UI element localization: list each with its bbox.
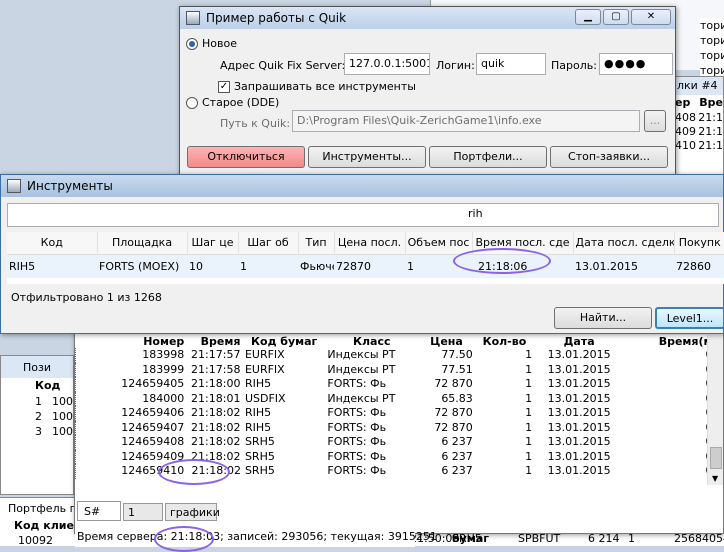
browse-button[interactable]: ...: [644, 110, 666, 132]
bg-level1-title: лки #4: [675, 77, 723, 95]
tab-charts[interactable]: графики: [165, 503, 220, 521]
password-input[interactable]: ●●●●: [599, 53, 673, 75]
password-label: Пароль:: [551, 59, 597, 72]
path-input[interactable]: D:\Program Files\Quik-ZerichGame1\info.e…: [292, 110, 640, 132]
server-status: Время сервера: 21:18:03; записей: 293056…: [75, 529, 437, 547]
radio-new-label: Новое: [202, 37, 237, 50]
positions-tab-label[interactable]: Пози: [23, 361, 51, 374]
tab-1[interactable]: 1: [123, 503, 163, 521]
disconnect-button[interactable]: Отключиться: [187, 146, 305, 168]
instrument-row[interactable]: RIH5 FORTS (MOEX) 10 1 Фьючер 72870 1 21…: [7, 254, 724, 278]
instruments-title: Инструменты: [27, 179, 113, 193]
login-label: Логин:: [436, 59, 475, 72]
instruments-app-icon: [7, 179, 21, 193]
client-code-header: Код клиен: [14, 519, 82, 532]
instruments-header: Код Площадка Шаг це Шаг об Тип Цена посл…: [7, 232, 724, 254]
request-all-label: Запрашивать все инструменты: [234, 80, 416, 93]
quik-window: Пример работы с Quik ▁ ▢ ✕ Новое Адрес Q…: [179, 6, 676, 176]
level1-button[interactable]: Level1...: [655, 307, 724, 329]
trades-tabs: S# 1 графики: [77, 499, 413, 521]
fix-address-label: Адрес Quik Fix Server:: [220, 59, 346, 72]
trades-header: Номер Время Код бумаг Класс Цена Кол-во …: [143, 335, 713, 348]
request-all-checkbox[interactable]: ✓: [218, 80, 230, 93]
table-row[interactable]: 183999 21:17:58 EURFIX Индексы РТ 77.51 1 13.0…: [75, 362, 715, 377]
table-row[interactable]: 124659405 21:18:00 RIH5 FORTS: Фь 72 870 1 13.…: [75, 377, 715, 392]
filtered-count: Отфильтровано 1 из 1268: [11, 291, 162, 304]
fix-address-input[interactable]: 127.0.0.1:5001: [344, 53, 430, 75]
table-row[interactable]: 184000 21:18:01 USDFIX Индексы РТ 65.83 1 13.0…: [75, 391, 715, 406]
table-row[interactable]: 124659406 21:18:02 RIH5 FORTS: Фь 72 870 1 13.…: [75, 406, 715, 421]
portfolio-title: Портфель п: [8, 502, 77, 515]
login-input[interactable]: quik: [476, 53, 546, 75]
bg-level1-window: лки #4 ер Вре 408 21:1 409 21:1 410 21:1: [674, 76, 724, 176]
client-code-value: 10092: [18, 534, 53, 547]
quik-title: Пример работы с Quik: [206, 11, 347, 25]
portfolios-button[interactable]: Портфели...: [429, 146, 547, 168]
instruments-table: Код Площадка Шаг це Шаг об Тип Цена посл…: [7, 232, 724, 278]
scroll-thumb[interactable]: [710, 447, 722, 469]
bg-right-list: тори тори тори тори: [700, 18, 724, 78]
radio-new[interactable]: [186, 37, 198, 50]
path-label: Путь к Quik:: [220, 117, 291, 130]
table-row[interactable]: 183998 21:17:57 EURFIX Индексы РТ 77.50 1 13.0…: [75, 348, 715, 363]
table-row[interactable]: 124659408 21:18:02 SRH5 FORTS: Фь 6 237 1 13.0…: [75, 435, 715, 450]
scroll-down-arrow-icon[interactable]: ▼: [712, 474, 718, 483]
trades-scrollbar[interactable]: ▼: [707, 335, 723, 485]
tab-s-hash[interactable]: S#: [77, 501, 121, 521]
minimize-icon[interactable]: ▁: [575, 9, 601, 25]
instruments-table-blank: [7, 278, 724, 284]
bg-positions-window: Пози Код 1 100 2 100 3 100: [0, 355, 74, 495]
highlight-circle-server-time: [154, 526, 214, 552]
app-icon: [186, 11, 200, 25]
instruments-titlebar[interactable]: Инструменты: [1, 175, 723, 197]
instruments-filter-input[interactable]: rih: [7, 203, 719, 227]
highlight-circle-trade-time: [158, 459, 230, 485]
maximize-icon[interactable]: ▢: [603, 9, 629, 25]
instruments-window: Инструменты rih Код Площадка Шаг це Шаг …: [0, 174, 724, 334]
trades-table: Номер Время Код бумаг Класс Цена Кол-во …: [75, 335, 715, 479]
radio-old-label: Старое (DDE): [202, 96, 280, 109]
instruments-button[interactable]: Инструменты...: [308, 146, 426, 168]
close-icon[interactable]: ✕: [631, 9, 671, 25]
table-row[interactable]: 124659407 21:18:02 RIH5 FORTS: Фь 72 870 1 13.…: [75, 420, 715, 435]
stop-orders-button[interactable]: Стоп-заявки...: [550, 146, 668, 168]
highlight-circle-instrument-time: [453, 248, 551, 274]
find-button[interactable]: Найти...: [554, 307, 652, 329]
trades-window: Номер Время Код бумаг Класс Цена Кол-во …: [74, 330, 724, 547]
radio-old[interactable]: [186, 96, 198, 109]
